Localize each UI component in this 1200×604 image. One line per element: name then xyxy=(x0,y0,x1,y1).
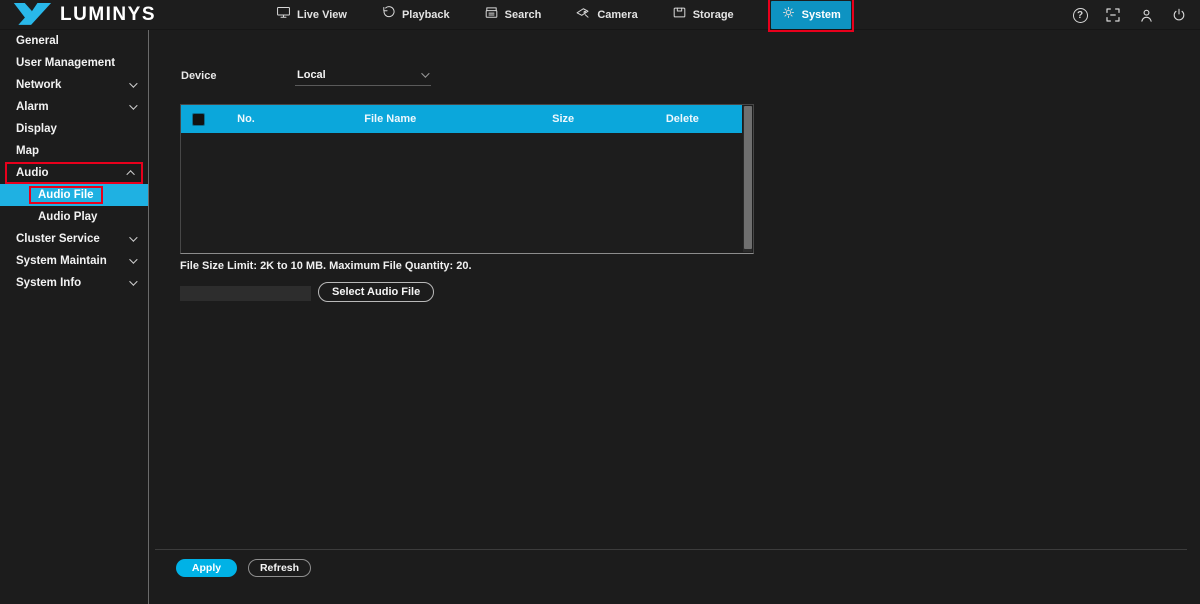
settings-sidebar: General User Management Network Alarm Di… xyxy=(0,30,149,604)
brand-name: LUMINYS xyxy=(60,4,156,26)
topbar-utilities: ? xyxy=(1071,0,1188,30)
playback-rewind-icon xyxy=(381,5,396,25)
nav-camera[interactable]: Camera xyxy=(575,0,637,30)
nav-label: Live View xyxy=(297,9,347,21)
nav-label: Storage xyxy=(693,9,734,21)
nav-storage[interactable]: Storage xyxy=(672,0,734,30)
chevron-down-icon xyxy=(129,277,137,285)
main-navigation: Live View Playback Search Camera xyxy=(276,0,854,30)
scrollbar-thumb[interactable] xyxy=(744,106,752,249)
device-select-dropdown[interactable]: Local xyxy=(295,67,431,86)
annotation-box-audio-file: Audio File xyxy=(29,186,103,204)
help-icon[interactable]: ? xyxy=(1071,6,1089,24)
chevron-up-icon xyxy=(126,170,134,178)
nav-label: Camera xyxy=(597,9,637,21)
device-select-value: Local xyxy=(297,69,326,81)
sidebar-item-user-management[interactable]: User Management xyxy=(0,52,148,74)
table-header-row: No. File Name Size Delete xyxy=(181,105,742,133)
sidebar-item-system-maintain[interactable]: System Maintain xyxy=(0,250,148,272)
table-body-empty xyxy=(181,133,753,253)
nav-label: System xyxy=(802,9,841,21)
sidebar-item-display[interactable]: Display xyxy=(0,118,148,140)
audio-file-panel: Device Local No. File Name Size Delete F… xyxy=(150,30,1200,604)
device-row: Device Local xyxy=(181,70,216,82)
table-header-delete: Delete xyxy=(623,113,742,125)
sidebar-item-cluster-service[interactable]: Cluster Service xyxy=(0,228,148,250)
luminys-y-logo-icon xyxy=(12,0,52,31)
chevron-down-icon xyxy=(129,101,137,109)
app-window: LUMINYS Live View Playback Search xyxy=(0,0,1200,604)
user-icon[interactable] xyxy=(1137,6,1155,24)
annotation-box-audio: Audio xyxy=(5,162,143,184)
nav-live-view[interactable]: Live View xyxy=(276,0,347,30)
sidebar-item-network[interactable]: Network xyxy=(0,74,148,96)
file-size-limit-note: File Size Limit: 2K to 10 MB. Maximum Fi… xyxy=(180,260,472,272)
chevron-down-icon xyxy=(129,79,137,87)
table-header-file-name: File Name xyxy=(277,113,504,125)
camera-icon xyxy=(575,5,591,25)
sidebar-item-audio-file[interactable]: Audio File xyxy=(0,184,148,206)
nav-playback[interactable]: Playback xyxy=(381,0,450,30)
sidebar-item-general[interactable]: General xyxy=(0,30,148,52)
brand-logo: LUMINYS xyxy=(12,0,156,30)
select-all-checkbox[interactable] xyxy=(192,113,205,126)
refresh-button[interactable]: Refresh xyxy=(248,559,311,577)
select-audio-file-button[interactable]: Select Audio File xyxy=(318,282,434,302)
monitor-icon xyxy=(276,5,291,25)
search-archive-icon xyxy=(484,5,499,25)
storage-box-icon xyxy=(672,5,687,25)
table-header-size: Size xyxy=(504,113,623,125)
sidebar-item-audio[interactable]: Audio xyxy=(16,164,135,182)
audio-file-table: No. File Name Size Delete xyxy=(180,104,754,254)
nav-label: Playback xyxy=(402,9,450,21)
device-label: Device xyxy=(181,70,216,82)
topbar: LUMINYS Live View Playback Search xyxy=(0,0,1200,30)
nav-label: Search xyxy=(505,9,542,21)
fullscreen-icon[interactable] xyxy=(1104,6,1122,24)
file-path-input[interactable] xyxy=(180,286,311,301)
nav-search[interactable]: Search xyxy=(484,0,542,30)
chevron-down-icon xyxy=(421,69,429,77)
sidebar-item-system-info[interactable]: System Info xyxy=(0,272,148,294)
table-scrollbar[interactable] xyxy=(743,106,752,252)
apply-button[interactable]: Apply xyxy=(176,559,237,577)
footer-divider xyxy=(155,549,1187,550)
nav-system[interactable]: System xyxy=(771,1,851,29)
sidebar-item-alarm[interactable]: Alarm xyxy=(0,96,148,118)
table-header-checkbox-cell xyxy=(181,113,215,126)
table-header-no: No. xyxy=(215,113,277,125)
sidebar-item-audio-play[interactable]: Audio Play xyxy=(0,206,148,228)
gear-icon xyxy=(781,5,796,25)
chevron-down-icon xyxy=(129,255,137,263)
annotation-box-system: System xyxy=(768,0,854,32)
power-icon[interactable] xyxy=(1170,6,1188,24)
chevron-down-icon xyxy=(129,233,137,241)
sidebar-item-map[interactable]: Map xyxy=(0,140,148,162)
